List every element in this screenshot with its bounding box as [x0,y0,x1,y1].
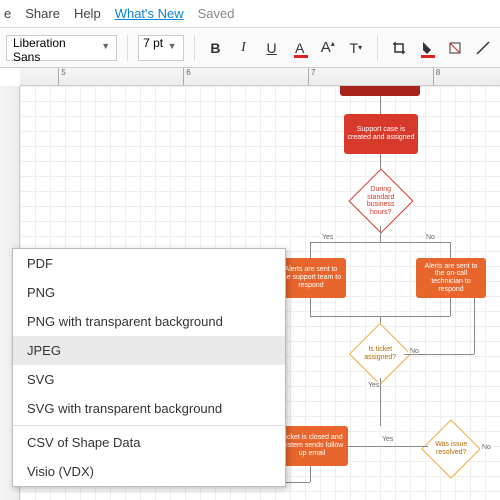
export-svg-transparent[interactable]: SVG with transparent background [13,394,285,423]
font-family-value: Liberation Sans [13,36,66,64]
flow-decision[interactable]: Was issue resolved? [421,419,480,478]
font-color-button[interactable]: A [289,35,311,61]
underline-button[interactable]: U [261,35,283,61]
export-pdf[interactable]: PDF [13,249,285,278]
crop-button[interactable] [388,35,410,61]
menu-separator [13,425,285,426]
export-jpeg[interactable]: JPEG [13,336,285,365]
italic-button[interactable]: I [232,35,254,61]
export-csv[interactable]: CSV of Shape Data [13,428,285,457]
line-button[interactable] [472,35,494,61]
fill-color-button[interactable] [416,35,438,61]
menu-item-help[interactable]: Help [74,6,101,21]
export-svg[interactable]: SVG [13,365,285,394]
ruler-horizontal: 5 6 7 8 [20,68,500,86]
flow-shape[interactable]: Alerts are sent to the on-call technicia… [416,258,486,298]
menu-item[interactable]: e [4,6,11,21]
save-status: Saved [198,6,235,21]
menu-item-share[interactable]: Share [25,6,60,21]
bold-button[interactable]: B [204,35,226,61]
export-png-transparent[interactable]: PNG with transparent background [13,307,285,336]
export-png[interactable]: PNG [13,278,285,307]
font-size-value: 7 pt [143,36,163,50]
flow-decision[interactable]: During standard business hours? [348,168,413,233]
export-visio[interactable]: Visio (VDX) [13,457,285,486]
export-context-menu: PDF PNG PNG with transparent background … [12,248,286,487]
text-style-button[interactable]: T▾ [345,35,367,61]
clear-button[interactable] [444,35,466,61]
flow-shape[interactable]: Alerts are sent to the support team to r… [276,258,346,298]
flow-shape[interactable]: Ticket is closed and system sends follow… [276,426,348,466]
flow-decision[interactable]: Is ticket assigned? [349,323,411,385]
font-size-increase-button[interactable]: A▴ [317,35,339,61]
toolbar: Liberation Sans 7 pt B I U A A▴ T▾ [0,28,500,68]
flow-shape[interactable]: Support case is created and assigned [344,114,418,154]
menubar: e Share Help What's New Saved [0,0,500,28]
menu-item-whatsnew[interactable]: What's New [115,6,184,21]
font-family-select[interactable]: Liberation Sans [6,35,117,61]
flow-shape[interactable] [340,86,420,96]
separator [377,35,378,61]
font-size-select[interactable]: 7 pt [138,35,183,61]
separator [194,35,195,61]
separator [127,35,128,61]
